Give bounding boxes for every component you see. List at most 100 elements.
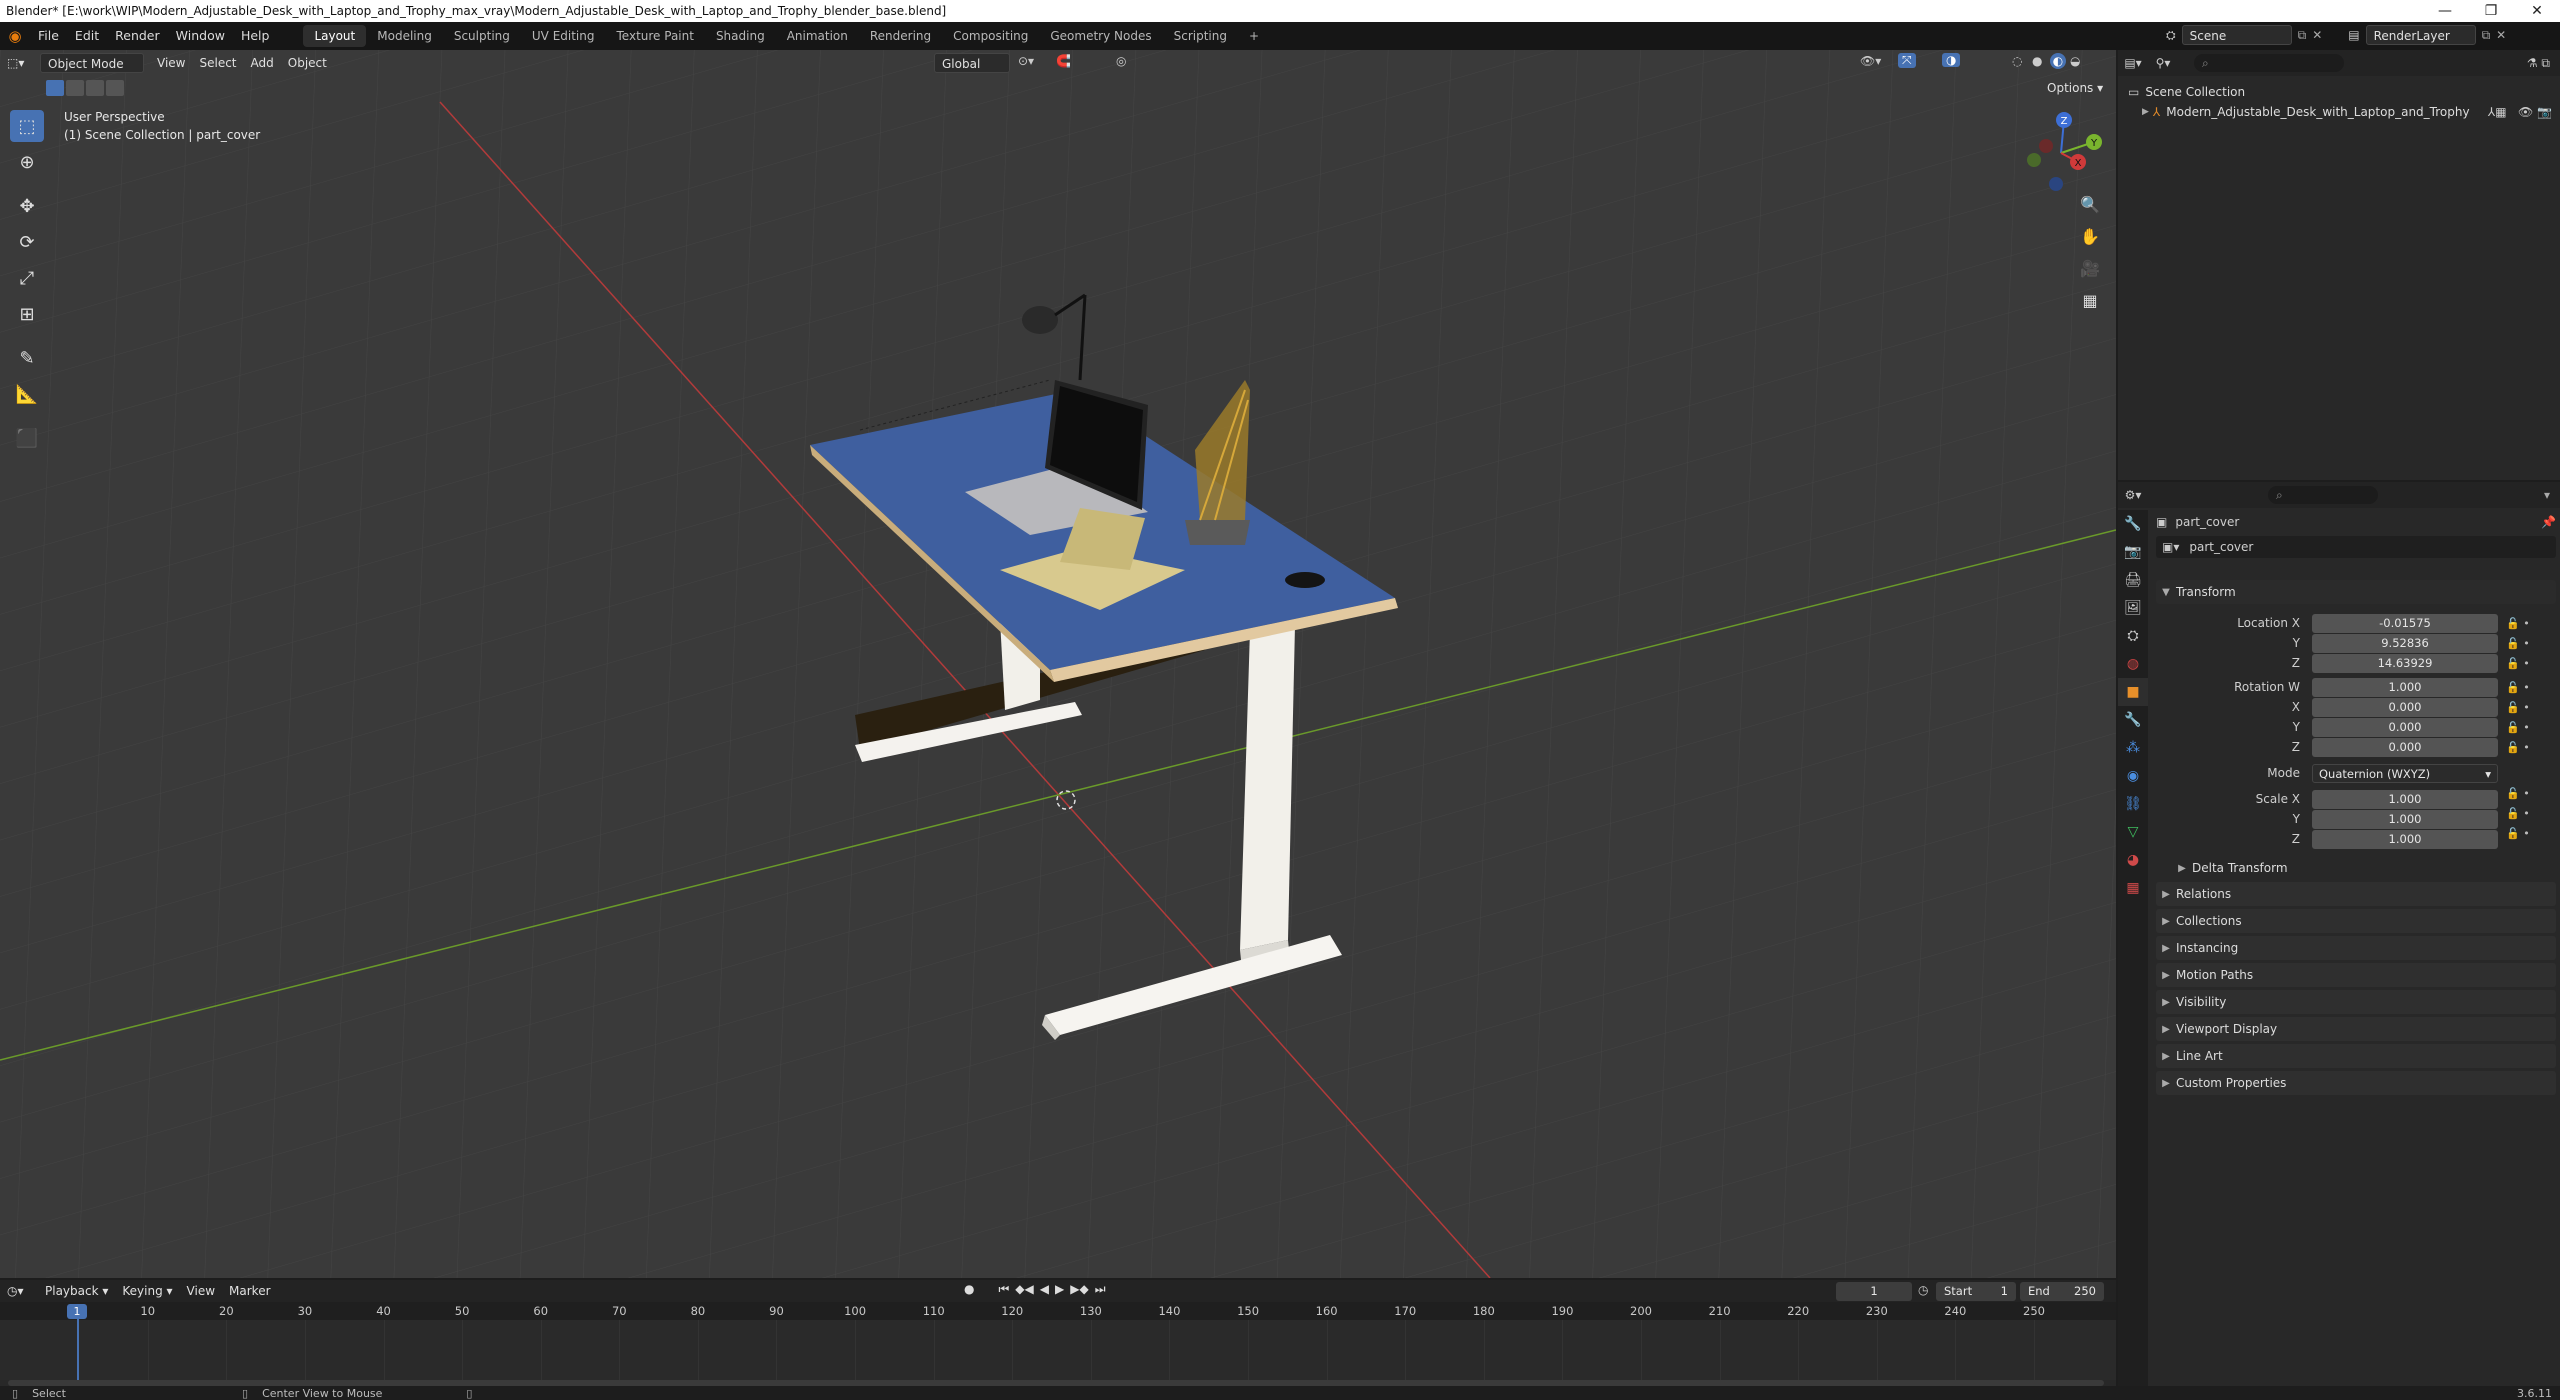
pivot-icon[interactable]: ⊙▾	[1018, 54, 1034, 68]
outliner-scene-collection[interactable]: ▭ Scene Collection	[2118, 82, 2560, 102]
tool-tab-icon[interactable]: 🔧	[2118, 510, 2148, 538]
camera-view-icon[interactable]: 🎥	[2076, 254, 2104, 282]
tab-rendering[interactable]: Rendering	[859, 25, 942, 47]
texture-tab-icon[interactable]: ▦	[2118, 874, 2148, 902]
object-tab-icon[interactable]: ■	[2118, 678, 2148, 706]
overlay-toggle-icon[interactable]: ◑	[1942, 53, 1961, 67]
outliner-display-mode-icon[interactable]: ⚲▾	[2148, 56, 2178, 70]
expand-chevron-icon[interactable]: ▶	[2142, 107, 2149, 117]
scale-z-field[interactable]: 1.000	[2312, 830, 2498, 849]
add-workspace-icon[interactable]: +	[1238, 25, 1270, 47]
menu-edit[interactable]: Edit	[67, 24, 107, 48]
end-frame-field[interactable]: End 250	[2020, 1282, 2104, 1301]
tab-sculpting[interactable]: Sculpting	[443, 25, 521, 47]
rotation-z-field[interactable]: 0.000	[2312, 738, 2498, 757]
constraints-tab-icon[interactable]: ⛓	[2118, 790, 2148, 818]
viewport-menu-view[interactable]: View	[150, 53, 192, 73]
rotate-tool-icon[interactable]: ⟳	[10, 226, 44, 258]
select-extend-icon[interactable]	[66, 80, 84, 96]
properties-options-icon[interactable]: ▾	[2544, 488, 2550, 502]
timeline-menu-view[interactable]: View	[180, 1281, 222, 1301]
data-tab-icon[interactable]: ▽	[2118, 818, 2148, 846]
tab-texture-paint[interactable]: Texture Paint	[606, 25, 705, 47]
gizmo-toggle-icon[interactable]: ⤧	[1898, 53, 1916, 68]
tab-scripting[interactable]: Scripting	[1163, 25, 1238, 47]
transform-section-header[interactable]: ▼ Transform	[2156, 580, 2556, 604]
scene-delete-icon[interactable]: ✕	[2312, 28, 2322, 42]
clock-icon[interactable]: ◷	[1918, 1283, 1928, 1297]
pin-icon[interactable]: 📌	[2541, 515, 2556, 529]
outliner-search-icon[interactable]: ⌕	[2194, 54, 2344, 72]
prev-keyframe-icon[interactable]: ◆◀	[1015, 1282, 1033, 1297]
navigation-gizmo[interactable]: Z Y X	[2016, 108, 2106, 198]
viewport-scene[interactable]	[0, 50, 2116, 1278]
physics-tab-icon[interactable]: ◉	[2118, 762, 2148, 790]
proportional-edit-icon[interactable]: ◎	[1116, 54, 1126, 68]
menu-file[interactable]: File	[30, 24, 67, 48]
rotation-x-field[interactable]: 0.000	[2312, 698, 2498, 717]
render-layer-add-icon[interactable]: ⧉	[2482, 28, 2491, 43]
render-layer-delete-icon[interactable]: ✕	[2496, 28, 2506, 42]
cursor-tool-icon[interactable]: ⊕	[10, 146, 44, 178]
editor-type-icon[interactable]: ⬚▾	[0, 53, 30, 73]
delta-transform-section[interactable]: ▶ Delta Transform	[2172, 856, 2556, 880]
line-art-section[interactable]: ▶ Line Art	[2156, 1044, 2556, 1068]
view-layer-tab-icon[interactable]: 🖼	[2118, 594, 2148, 622]
timeline-ruler[interactable]: 10 20 30 40 50 60 70 80 90 100 110 120 130 140 150 160 1…	[0, 1302, 2116, 1320]
playhead-frame[interactable]: 1	[67, 1304, 87, 1319]
select-intersect-icon[interactable]	[106, 80, 124, 96]
play-icon[interactable]: ▶	[1055, 1282, 1064, 1297]
select-new-icon[interactable]	[46, 80, 64, 96]
material-shading-icon[interactable]: ◐	[2050, 53, 2066, 69]
location-x-field[interactable]: -0.01575	[2312, 614, 2498, 633]
timeline-menu-marker[interactable]: Marker	[222, 1281, 277, 1301]
minimize-icon[interactable]: —	[2422, 0, 2468, 22]
snap-icon[interactable]: 🧲	[1056, 54, 1071, 68]
tab-uv-editing[interactable]: UV Editing	[521, 25, 606, 47]
visibility-icon[interactable]: 👁▾	[1860, 54, 1881, 68]
outliner-filter-icon[interactable]: ⚗ ⧉	[2527, 56, 2550, 71]
location-z-field[interactable]: 14.63929	[2312, 654, 2498, 673]
particles-tab-icon[interactable]: ⁂	[2118, 734, 2148, 762]
rendered-shading-icon[interactable]: ◒	[2070, 54, 2080, 68]
tab-compositing[interactable]: Compositing	[942, 25, 1039, 47]
scene-icon[interactable]: ⛭	[2166, 28, 2176, 43]
rotation-y-field[interactable]: 0.000	[2312, 718, 2498, 737]
tab-animation[interactable]: Animation	[776, 25, 859, 47]
timeline-menu-keying[interactable]: Keying ▾	[115, 1281, 179, 1301]
tab-modeling[interactable]: Modeling	[366, 25, 443, 47]
scene-pin-icon[interactable]: ⧉	[2298, 28, 2307, 43]
rotation-mode-dropdown[interactable]: Quaternion (WXYZ) ▾	[2312, 764, 2498, 783]
add-cube-tool-icon[interactable]: ⬛	[10, 422, 44, 454]
instancing-section[interactable]: ▶ Instancing	[2156, 936, 2556, 960]
jump-start-icon[interactable]: ⏮	[998, 1282, 1009, 1297]
select-subtract-icon[interactable]	[86, 80, 104, 96]
custom-properties-section[interactable]: ▶ Custom Properties	[2156, 1071, 2556, 1095]
viewport-menu-object[interactable]: Object	[281, 53, 334, 73]
close-icon[interactable]: ✕	[2514, 0, 2560, 22]
rotation-w-field[interactable]: 1.000	[2312, 678, 2498, 697]
solid-shading-icon[interactable]: ●	[2032, 54, 2042, 68]
record-icon[interactable]: ●	[964, 1282, 974, 1297]
render-layer-icon[interactable]: ▤	[2348, 28, 2359, 42]
outliner-row-icons[interactable]: ⅄▦ 👁 📷	[2488, 105, 2552, 119]
measure-tool-icon[interactable]: 📐	[10, 378, 44, 410]
world-tab-icon[interactable]: ◍	[2118, 650, 2148, 678]
modifier-tab-icon[interactable]: 🔧	[2118, 706, 2148, 734]
viewport-display-section[interactable]: ▶ Viewport Display	[2156, 1017, 2556, 1041]
material-tab-icon[interactable]: ◕	[2118, 846, 2148, 874]
ortho-grid-icon[interactable]: ▦	[2076, 286, 2104, 314]
viewport-menu-add[interactable]: Add	[244, 53, 281, 73]
next-keyframe-icon[interactable]: ▶◆	[1070, 1282, 1088, 1297]
visibility-section[interactable]: ▶ Visibility	[2156, 990, 2556, 1014]
start-frame-field[interactable]: Start 1	[1936, 1282, 2016, 1301]
pan-hand-icon[interactable]: ✋	[2076, 222, 2104, 250]
viewport-options-button[interactable]: Options ▾	[2040, 78, 2110, 98]
tab-shading[interactable]: Shading	[705, 25, 776, 47]
select-box-tool-icon[interactable]: ⬚	[10, 110, 44, 142]
wireframe-shading-icon[interactable]: ◌	[2012, 54, 2022, 68]
properties-search-icon[interactable]: ⌕	[2268, 486, 2378, 504]
render-layer-selector[interactable]: RenderLayer	[2365, 25, 2476, 45]
mode-selector[interactable]: Object Mode	[40, 53, 144, 73]
tab-geometry-nodes[interactable]: Geometry Nodes	[1039, 25, 1162, 47]
